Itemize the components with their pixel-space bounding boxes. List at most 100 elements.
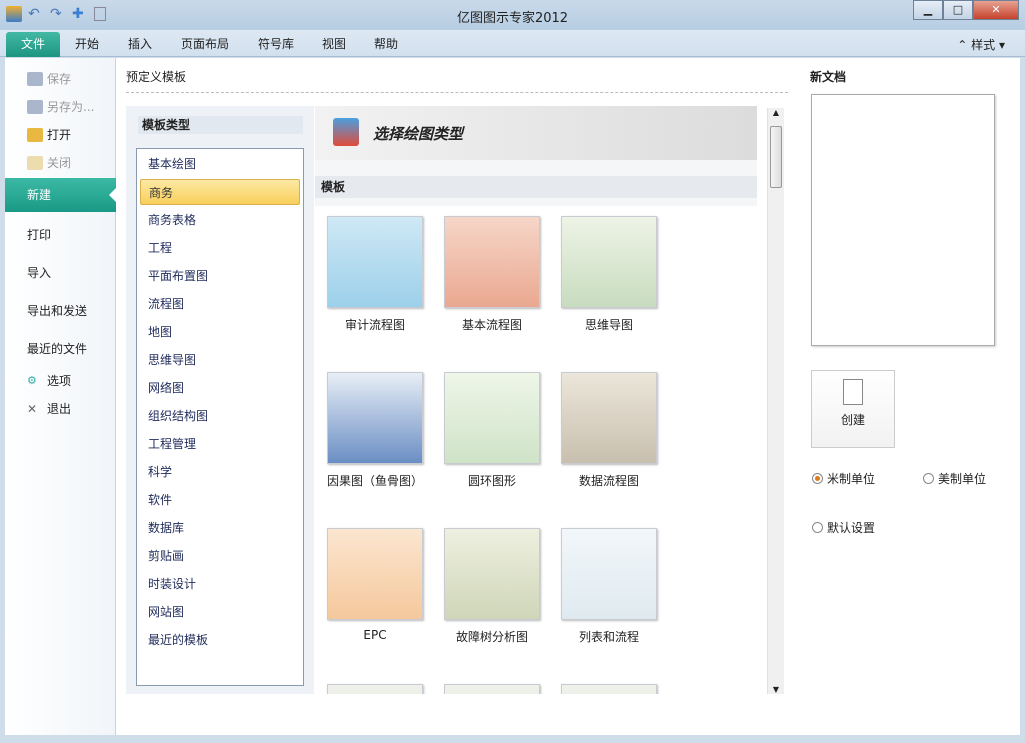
radio-us[interactable]: 美制单位 (923, 470, 986, 487)
category-header: 模板类型 (138, 116, 303, 134)
category-item[interactable]: 时装设计 (140, 571, 300, 597)
menu-label: 保存 (47, 72, 72, 86)
template-thumbnail[interactable] (444, 528, 540, 620)
template-grid: 审计流程图 基本流程图 思维导图因果图（鱼骨图） 圆环图形 数据流程图 EPC 故障树分析图… (315, 206, 757, 694)
category-item[interactable]: 软件 (140, 487, 300, 513)
title-bar: ↶ ↷ ✚ 亿图图示专家2012 ▁ □ ✕ (0, 0, 1025, 30)
minimize-button[interactable]: ▁ (913, 0, 943, 20)
banner-icon (333, 118, 359, 146)
template-thumbnail[interactable] (327, 372, 423, 464)
chevron-up-icon: ⌃ (957, 38, 972, 52)
menu-label: 关闭 (47, 156, 72, 170)
radio-default-settings[interactable]: 默认设置 (812, 519, 875, 536)
template-label[interactable]: 因果图（鱼骨图） (315, 472, 440, 489)
template-label[interactable]: 基本流程图 (427, 316, 557, 333)
radio-indicator (812, 522, 823, 533)
main-panel: 预定义模板 模板类型 基本绘图 商务 商务表格 工程 平面布置图 流程图 地图 思维导图 网络图… (116, 58, 798, 735)
template-label[interactable]: 圆环图形 (427, 472, 557, 489)
template-thumbnail[interactable] (444, 372, 540, 464)
new-document-panel: 新文档 创建 米制单位 美制单位 默认设置 (798, 58, 1020, 735)
tab-home[interactable]: 开始 (75, 32, 99, 57)
template-thumbnail[interactable] (327, 216, 423, 308)
radio-indicator (923, 473, 934, 484)
style-label: 样式 (971, 38, 996, 52)
tab-symbols[interactable]: 符号库 (258, 32, 294, 57)
category-item[interactable]: 商务 (140, 179, 300, 205)
radio-label: 默认设置 (827, 521, 876, 535)
backstage-menu: 保存 另存为... 打开 关闭 新建 打印 导入 导出和发送 最近的文件 ⚙ 选项… (5, 58, 117, 735)
create-label: 创建 (840, 413, 865, 427)
scroll-up-icon[interactable]: ▲ (768, 108, 784, 117)
menu-close[interactable]: 关闭 (27, 154, 71, 171)
section-title: 预定义模板 (126, 70, 187, 84)
template-thumbnail[interactable] (444, 216, 540, 308)
category-item[interactable]: 网络图 (140, 375, 300, 401)
scroll-thumb[interactable] (770, 126, 782, 188)
template-thumbnail[interactable] (561, 684, 657, 694)
new-document-title: 新文档 (810, 70, 847, 84)
vertical-scrollbar[interactable]: ▲ ▼ (767, 108, 784, 694)
radio-label: 米制单位 (827, 472, 876, 486)
template-thumbnail[interactable] (561, 216, 657, 308)
tab-help[interactable]: 帮助 (374, 32, 398, 57)
tab-file[interactable]: 文件 (6, 32, 60, 57)
tab-page-layout[interactable]: 页面布局 (181, 32, 229, 57)
category-item[interactable]: 平面布置图 (140, 263, 300, 289)
menu-export-send[interactable]: 导出和发送 (27, 302, 87, 319)
template-label[interactable]: 故障树分析图 (427, 628, 557, 645)
category-item[interactable]: 剪贴画 (140, 543, 300, 569)
category-item[interactable]: 商务表格 (140, 207, 300, 233)
menu-recent-files[interactable]: 最近的文件 (27, 340, 87, 357)
category-item[interactable]: 组织结构图 (140, 403, 300, 429)
template-label[interactable]: 审计流程图 (315, 316, 440, 333)
menu-exit[interactable]: ✕ 退出 (27, 400, 71, 417)
document-icon (843, 379, 863, 405)
template-thumbnail[interactable] (561, 372, 657, 464)
menu-label: 退出 (47, 402, 72, 416)
template-label[interactable]: 思维导图 (544, 316, 674, 333)
category-item[interactable]: 最近的模板 (140, 627, 300, 653)
category-item[interactable]: 工程 (140, 235, 300, 261)
window-title: 亿图图示专家2012 (456, 11, 569, 26)
save-as-icon (27, 99, 43, 114)
menu-save-as[interactable]: 另存为... (27, 98, 94, 115)
menu-options[interactable]: ⚙ 选项 (27, 372, 71, 389)
menu-label: 打开 (47, 128, 72, 142)
open-folder-icon (27, 127, 43, 142)
category-list: 基本绘图 商务 商务表格 工程 平面布置图 流程图 地图 思维导图 网络图 组织结构图 工程管理 科学… (136, 148, 304, 686)
category-item[interactable]: 工程管理 (140, 431, 300, 457)
category-item[interactable]: 地图 (140, 319, 300, 345)
tab-insert[interactable]: 插入 (128, 32, 152, 57)
category-panel: 模板类型 基本绘图 商务 商务表格 工程 平面布置图 流程图 地图 思维导图 网络图 组织结构图工… (126, 106, 314, 694)
template-label[interactable]: 数据流程图 (544, 472, 674, 489)
tab-view[interactable]: 视图 (322, 32, 346, 57)
template-thumbnail[interactable] (561, 528, 657, 620)
templates-header: 模板 (315, 176, 757, 198)
template-label[interactable]: EPC (315, 628, 440, 642)
document-preview (811, 94, 995, 346)
menu-new[interactable]: 新建 (5, 178, 117, 212)
menu-label: 选项 (47, 374, 72, 388)
menu-open[interactable]: 打开 (27, 126, 71, 143)
radio-label: 美制单位 (938, 472, 987, 486)
template-label[interactable]: 列表和流程 (544, 628, 674, 645)
divider (126, 92, 788, 93)
maximize-button[interactable]: □ (943, 0, 973, 20)
category-item[interactable]: 网站图 (140, 599, 300, 625)
menu-print[interactable]: 打印 (27, 226, 51, 243)
template-thumbnail[interactable] (327, 684, 423, 694)
category-item[interactable]: 基本绘图 (140, 151, 300, 177)
category-item[interactable]: 数据库 (140, 515, 300, 541)
close-button[interactable]: ✕ (973, 0, 1019, 20)
scroll-down-icon[interactable]: ▼ (768, 685, 784, 694)
create-button[interactable]: 创建 (811, 370, 895, 448)
template-thumbnail[interactable] (327, 528, 423, 620)
radio-metric[interactable]: 米制单位 (812, 470, 875, 487)
category-item[interactable]: 流程图 (140, 291, 300, 317)
style-button[interactable]: ⌃ 样式 ▾ (957, 36, 1005, 53)
menu-save[interactable]: 保存 (27, 70, 71, 87)
category-item[interactable]: 思维导图 (140, 347, 300, 373)
menu-import[interactable]: 导入 (27, 264, 51, 281)
template-thumbnail[interactable] (444, 684, 540, 694)
category-item[interactable]: 科学 (140, 459, 300, 485)
